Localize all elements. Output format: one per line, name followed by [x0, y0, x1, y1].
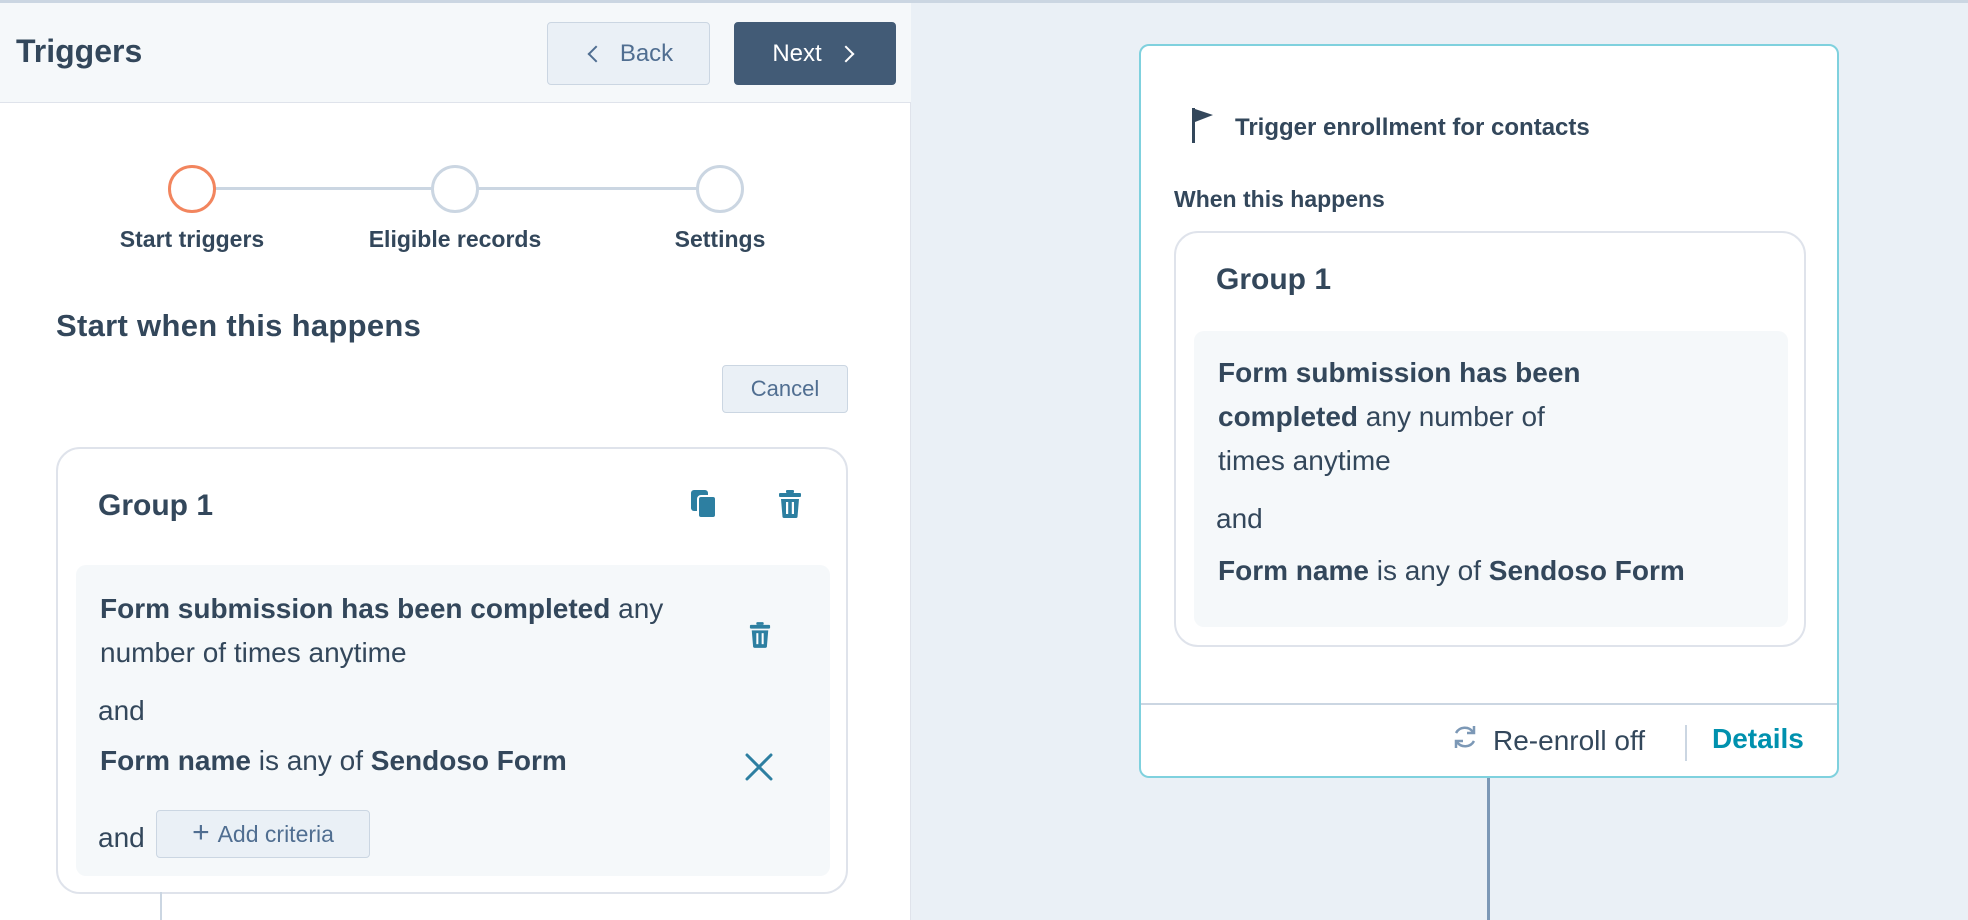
trigger-card-header: Trigger enrollment for contacts — [1189, 106, 1590, 149]
summary-form-name-value: Sendoso Form — [1488, 555, 1685, 586]
step-start-triggers-indicator[interactable] — [168, 165, 216, 213]
cancel-button[interactable]: Cancel — [722, 365, 848, 413]
summary-form-name-label: Form name — [1218, 555, 1369, 586]
trigger-card-footer: Re-enroll off Details — [1141, 703, 1837, 776]
footer-divider — [1685, 725, 1687, 761]
step-eligible-records-indicator[interactable] — [431, 165, 479, 213]
summary-and-label: and — [1216, 503, 1263, 534]
summary-criteria-box: Form submission has been completed any n… — [1194, 331, 1788, 627]
and-connector-label: and — [98, 695, 145, 726]
flow-connector — [1487, 778, 1490, 920]
refresh-icon — [1451, 723, 1479, 758]
plus-icon: + — [192, 815, 210, 849]
section-title: Start when this happens — [56, 308, 422, 343]
criteria-property-name: Form name — [100, 745, 251, 776]
summary-group: Group 1 Form submission has been complet… — [1174, 231, 1806, 647]
criteria-form-submission[interactable]: Form submission has been completed any n… — [100, 587, 700, 675]
group-title: Group 1 — [98, 489, 214, 522]
trigger-summary-card[interactable]: Trigger enrollment for contacts When thi… — [1139, 44, 1839, 778]
step-label-eligible-records[interactable]: Eligible records — [335, 226, 575, 253]
next-button[interactable]: Next — [734, 22, 896, 85]
next-button-label: Next — [772, 39, 822, 67]
criteria-rest-text: any — [610, 593, 664, 624]
step-label-settings[interactable]: Settings — [600, 226, 840, 253]
summary-criteria-bold-line1: Form submission has been — [1218, 357, 1581, 388]
details-link[interactable]: Details — [1712, 723, 1804, 755]
summary-criteria-rest: any number of — [1358, 401, 1545, 432]
back-button-label: Back — [619, 39, 674, 67]
stepper-connector — [455, 187, 720, 190]
summary-criteria-form-submission: Form submission has been completed any n… — [1218, 351, 1758, 483]
summary-group-title: Group 1 — [1216, 263, 1332, 296]
summary-criteria-form-name: Form name is any of Sendoso Form — [1218, 549, 1778, 593]
criteria-operator: is any of — [250, 745, 371, 776]
delete-group-icon[interactable] — [772, 486, 808, 522]
flow-connector — [160, 892, 162, 920]
trigger-card-title: Trigger enrollment for contacts — [1235, 113, 1590, 141]
chevron-left-icon — [587, 45, 605, 62]
chevron-right-icon — [837, 45, 855, 62]
criteria-rest-text-line2: number of times anytime — [100, 637, 407, 668]
step-settings-indicator[interactable] — [696, 165, 744, 213]
reenroll-label: Re-enroll off — [1493, 724, 1646, 756]
trigger-group-card: Group 1 Form submission has been complet… — [56, 447, 848, 894]
summary-criteria-line3: times anytime — [1218, 445, 1391, 476]
flag-icon — [1189, 106, 1217, 149]
stepper-connector — [192, 187, 455, 190]
panel-title: Triggers — [16, 33, 143, 69]
when-this-happens-label: When this happens — [1174, 186, 1385, 212]
clone-group-icon[interactable] — [686, 486, 722, 522]
add-criteria-label: Add criteria — [217, 820, 334, 847]
criteria-box: Form submission has been completed any n… — [76, 565, 830, 876]
criteria-form-name[interactable]: Form name is any of Sendoso Form — [100, 739, 660, 783]
back-button[interactable]: Back — [547, 22, 710, 85]
summary-form-name-operator: is any of — [1368, 555, 1489, 586]
add-criteria-button[interactable]: + Add criteria — [156, 810, 370, 858]
reenroll-status[interactable]: Re-enroll off — [1451, 723, 1645, 758]
summary-criteria-bold-line2: completed — [1218, 401, 1359, 432]
step-label-start-triggers[interactable]: Start triggers — [72, 226, 312, 253]
criteria-bold-text: Form submission has been completed — [100, 593, 611, 624]
panel-header: Triggers Back Next — [0, 3, 911, 103]
delete-criteria-icon[interactable] — [742, 617, 778, 653]
and-connector-label: and — [98, 822, 145, 853]
triggers-panel: Triggers Back Next Start triggers Eligib… — [0, 3, 911, 920]
remove-criteria-icon[interactable] — [741, 749, 777, 785]
criteria-value: Sendoso Form — [370, 745, 567, 776]
